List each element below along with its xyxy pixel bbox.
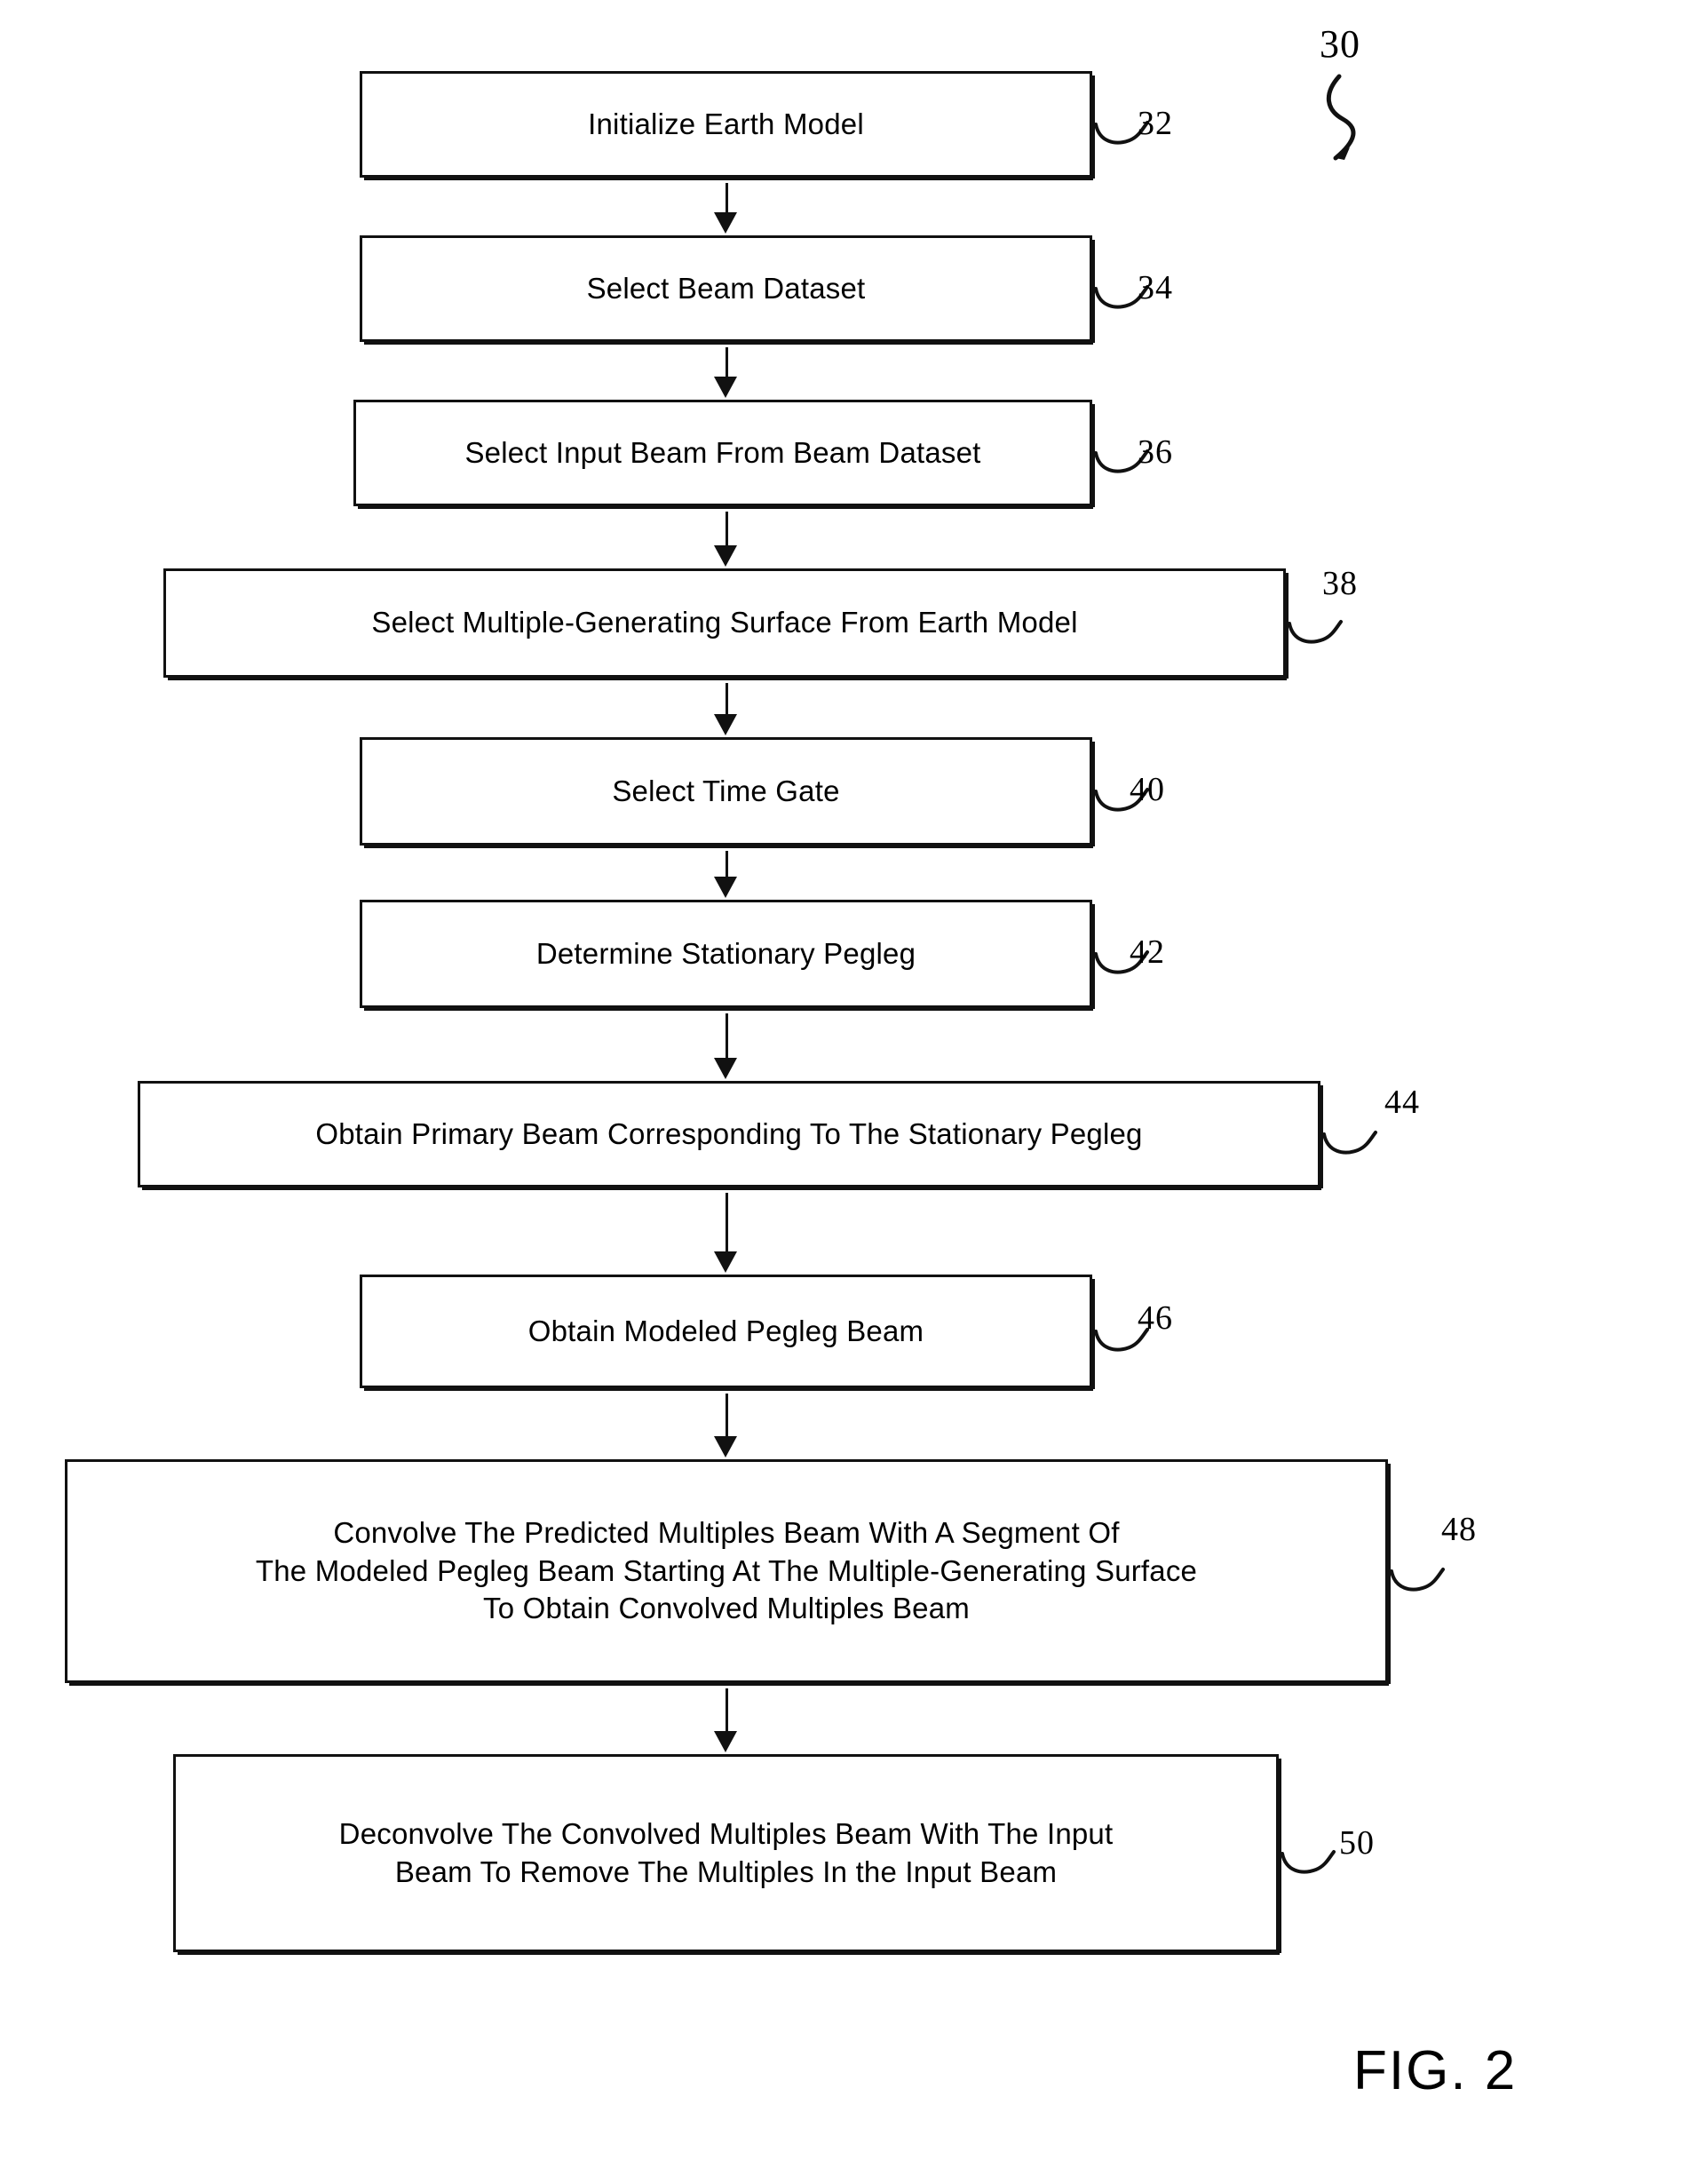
flowchart-step-label-40: Select Time Gate [612, 774, 840, 807]
flowchart-step-label-32: Initialize Earth Model [588, 107, 864, 140]
reference-numeral-32: 32 [1138, 105, 1173, 142]
connector-36-to-38 [726, 512, 728, 545]
flowchart-step-46: Obtain Modeled Pegleg Beam [360, 1275, 1095, 1391]
connector-40-to-42 [726, 851, 728, 877]
flowchart-step-label-44: Obtain Primary Beam Corresponding To The… [315, 1116, 1143, 1150]
arrowhead-icon-40-to-42 [714, 877, 737, 898]
flowchart-step-34: Select Beam Dataset [360, 235, 1095, 345]
leader-line-38 [1288, 619, 1343, 644]
flowchart-step-50: Deconvolve The Convolved Multiples Beam … [173, 1754, 1281, 1955]
connector-32-to-34 [726, 183, 728, 212]
reference-numeral-38: 38 [1322, 565, 1358, 602]
flowchart-step-label-50: Deconvolve The Convolved Multiples Beam … [338, 1816, 1114, 1888]
arrowhead-icon-44-to-46 [714, 1251, 737, 1273]
flowchart-step-label-48: Convolve The Predicted Multiples Beam Wi… [255, 1515, 1198, 1625]
connector-46-to-48 [726, 1394, 728, 1436]
flowchart-step-label-34: Select Beam Dataset [586, 271, 866, 305]
flowchart-step-36: Select Input Beam From Beam Dataset [353, 400, 1095, 509]
arrowhead-icon-36-to-38 [714, 545, 737, 567]
reference-numeral-36: 36 [1138, 433, 1173, 471]
reference-numeral-40: 40 [1130, 771, 1165, 808]
arrowhead-icon-34-to-36 [714, 377, 737, 398]
flowchart-step-42: Determine Stationary Pegleg [360, 900, 1095, 1011]
arrowhead-icon-46-to-48 [714, 1436, 737, 1457]
arrowhead-icon-32-to-34 [714, 212, 737, 234]
reference-numeral-48: 48 [1441, 1511, 1477, 1548]
leader-line-44 [1322, 1131, 1377, 1155]
reference-numeral-46: 46 [1138, 1299, 1173, 1337]
flowchart-step-44: Obtain Primary Beam Corresponding To The… [138, 1081, 1323, 1190]
flowchart-step-48: Convolve The Predicted Multiples Beam Wi… [65, 1459, 1391, 1686]
connector-44-to-46 [726, 1193, 728, 1251]
flowchart-step-40: Select Time Gate [360, 737, 1095, 848]
leader-line-50 [1281, 1849, 1336, 1874]
flowchart-step-label-38: Select Multiple-Generating Surface From … [371, 606, 1078, 639]
flowchart-step-32: Initialize Earth Model [360, 71, 1095, 180]
leader-line-48 [1390, 1568, 1445, 1592]
reference-numeral-50: 50 [1339, 1824, 1375, 1862]
flowchart-step-label-46: Obtain Modeled Pegleg Beam [527, 1314, 924, 1347]
diagram-leader-squiggle [1326, 74, 1356, 161]
connector-42-to-44 [726, 1013, 728, 1058]
diagram-reference-numeral: 30 [1320, 22, 1360, 66]
reference-numeral-42: 42 [1130, 933, 1165, 971]
patent-figure-canvas: Initialize Earth Model 32 Select Beam Data… [0, 0, 1689, 2184]
flowchart-step-label-36: Select Input Beam From Beam Dataset [464, 435, 981, 469]
flowchart-step-label-42: Determine Stationary Pegleg [535, 936, 916, 970]
arrowhead-icon-42-to-44 [714, 1058, 737, 1079]
reference-numeral-44: 44 [1384, 1084, 1420, 1121]
reference-numeral-34: 34 [1138, 269, 1173, 306]
arrowhead-icon-38-to-40 [714, 714, 737, 735]
figure-caption: FIG. 2 [1353, 2040, 1518, 2101]
arrowhead-icon-48-to-50 [714, 1731, 737, 1752]
connector-48-to-50 [726, 1688, 728, 1731]
flowchart-step-38: Select Multiple-Generating Surface From … [163, 568, 1289, 680]
connector-38-to-40 [726, 683, 728, 714]
connector-34-to-36 [726, 347, 728, 377]
